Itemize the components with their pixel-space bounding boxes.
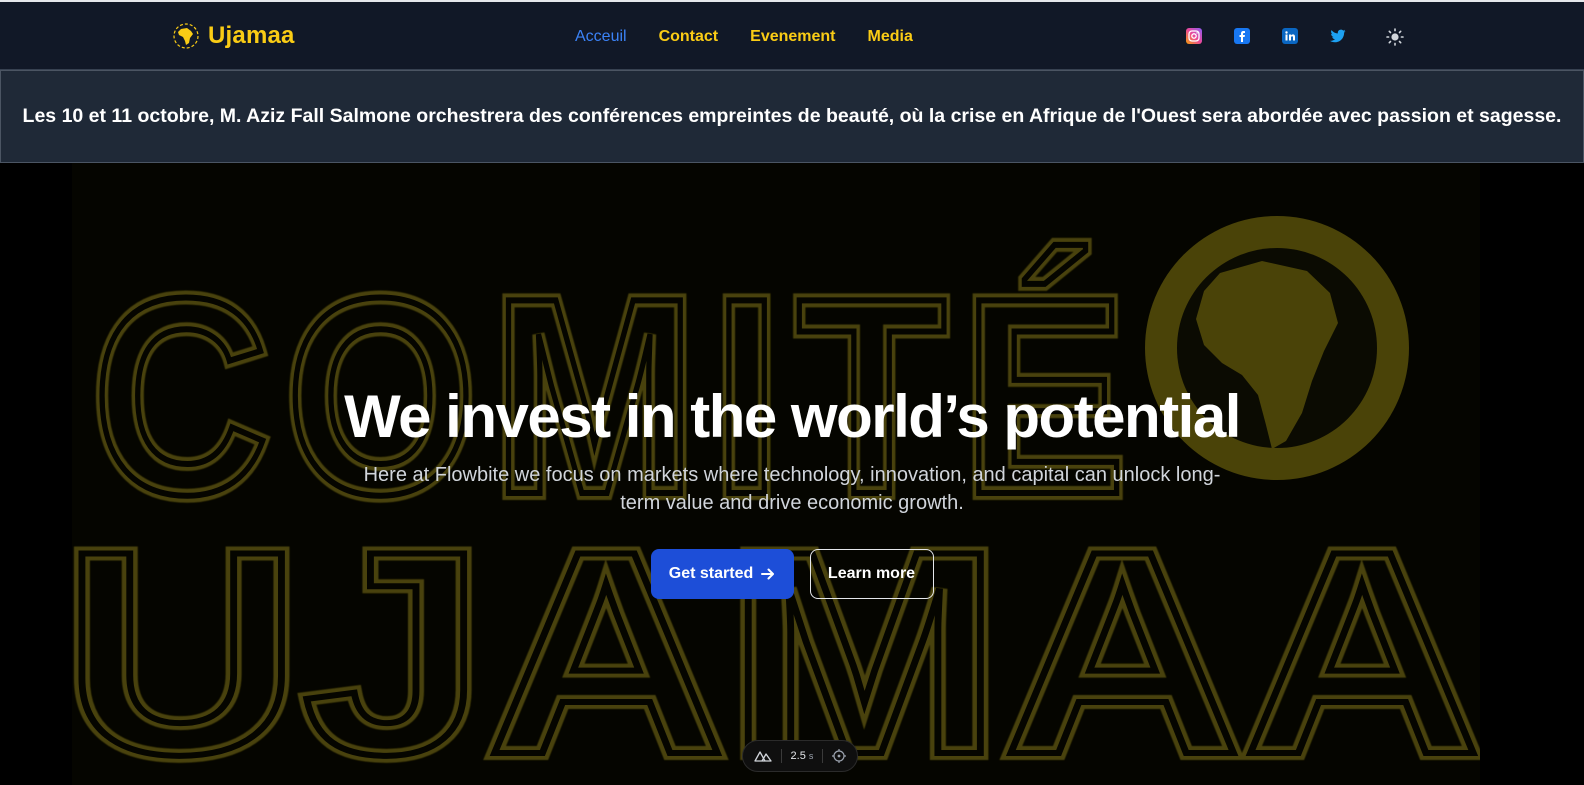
twitter-icon[interactable] (1330, 28, 1346, 44)
dev-toolbar: 2.5 s (742, 740, 858, 772)
hero-content: We invest in the world’s potential Here … (0, 385, 1584, 599)
nav-link-contact[interactable]: Contact (659, 28, 719, 46)
learn-more-button[interactable]: Learn more (809, 549, 934, 599)
linkedin-icon[interactable] (1282, 28, 1298, 44)
hero-subtitle: Here at Flowbite we focus on markets whe… (363, 464, 1221, 514)
render-time: 2.5 s (791, 750, 814, 762)
render-time-value: 2.5 (790, 750, 806, 762)
sun-icon[interactable] (1386, 28, 1404, 46)
nav-link-media[interactable]: Media (868, 28, 913, 46)
brand-link[interactable]: Ujamaa (172, 22, 295, 50)
devbar-separator (822, 749, 824, 763)
crosshair-icon[interactable] (832, 749, 847, 763)
devbar-separator (780, 749, 782, 763)
hero-actions: Get started Learn more (0, 549, 1584, 599)
nav-menu: Acceuil Contact Evenement Media (575, 28, 913, 46)
nuxt-icon[interactable] (753, 750, 772, 762)
africa-map-icon (173, 23, 199, 49)
announcement-banner: Les 10 et 11 octobre, M. Aziz Fall Salmo… (0, 70, 1584, 163)
facebook-icon[interactable] (1234, 28, 1250, 44)
announcement-text: Les 10 et 11 octobre, M. Aziz Fall Salmo… (22, 105, 1562, 127)
social-links (1186, 28, 1346, 44)
get-started-button[interactable]: Get started (650, 549, 794, 599)
hero-section: COMITÉ COMITÉ UJAMAA UJAMAA We invest in… (0, 163, 1584, 785)
render-time-unit: s (808, 751, 814, 761)
brand-name: Ujamaa (208, 22, 295, 49)
hero-title: We invest in the world’s potential (344, 383, 1241, 450)
instagram-icon[interactable] (1186, 28, 1202, 44)
nav-link-evenement[interactable]: Evenement (750, 28, 835, 46)
navbar: Ujamaa Acceuil Contact Evenement Media (0, 0, 1584, 70)
get-started-label: Get started (668, 565, 754, 582)
arrow-right-icon (761, 568, 775, 580)
nav-link-acceuil[interactable]: Acceuil (575, 28, 627, 46)
